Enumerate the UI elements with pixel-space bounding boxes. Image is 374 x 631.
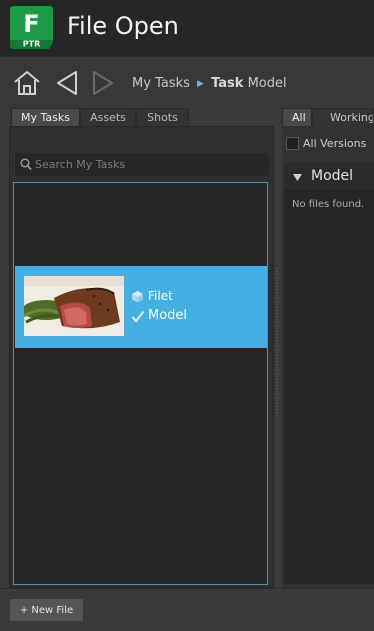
breadcrumb-model: Model	[247, 76, 287, 91]
logo-subtext: PTR	[23, 40, 40, 49]
check-icon	[131, 310, 145, 323]
back-arrow-icon[interactable]	[53, 69, 83, 97]
file-group-header[interactable]: Model	[284, 162, 374, 191]
task-entity-label: Filet	[148, 289, 173, 303]
search-input[interactable]	[35, 155, 263, 173]
forward-arrow-icon[interactable]	[87, 69, 117, 97]
search-icon	[20, 158, 32, 171]
file-list: Model No files found.	[284, 162, 374, 584]
task-list[interactable]: Filet Model	[13, 182, 268, 585]
file-browser-panel: All Working All Versions Model No files …	[282, 108, 374, 588]
breadcrumb-task: Task	[211, 76, 244, 91]
tab-my-tasks[interactable]: My Tasks	[11, 108, 80, 126]
app-logo: F PTR	[10, 6, 53, 49]
tab-assets[interactable]: Assets	[80, 108, 136, 126]
task-step: Model	[131, 308, 188, 323]
all-versions-label: All Versions	[303, 137, 367, 150]
new-file-button[interactable]: + New File	[9, 598, 84, 622]
my-tasks-pane: Filet Model	[9, 126, 274, 588]
title-bar: F PTR File Open	[0, 0, 374, 56]
cube-icon	[132, 291, 143, 303]
empty-state-text: No files found.	[292, 199, 365, 210]
task-browser-panel: My Tasks Assets Shots Search My Tasks Fi…	[9, 108, 274, 588]
file-group-label: Model	[311, 168, 354, 184]
breadcrumb-my-tasks[interactable]: My Tasks	[132, 76, 190, 91]
search-box	[15, 153, 269, 176]
files-pane: All Versions Model No files found.	[282, 126, 374, 588]
tab-working[interactable]: Working	[312, 108, 374, 126]
all-versions-checkbox[interactable]	[286, 137, 299, 150]
panel-splitter-handle[interactable]	[276, 268, 279, 428]
breadcrumb: My Tasks ▶ Task Model	[132, 76, 287, 91]
logo-letter: F	[23, 10, 39, 38]
task-thumbnail-image	[24, 276, 124, 336]
tab-all[interactable]: All	[282, 108, 312, 126]
navigation-bar: My Tasks ▶ Task Model	[0, 56, 374, 109]
breadcrumb-separator-icon: ▶	[197, 79, 204, 89]
tab-shots[interactable]: Shots	[136, 108, 189, 126]
home-icon[interactable]	[12, 69, 42, 97]
footer-bar: + New File	[0, 588, 374, 631]
expand-triangle-icon	[293, 174, 302, 181]
task-item-filet-model[interactable]: Filet Model	[15, 266, 267, 348]
window-title: File Open	[67, 12, 179, 40]
task-entity: Filet	[132, 289, 173, 303]
task-step-label: Model	[148, 308, 188, 323]
